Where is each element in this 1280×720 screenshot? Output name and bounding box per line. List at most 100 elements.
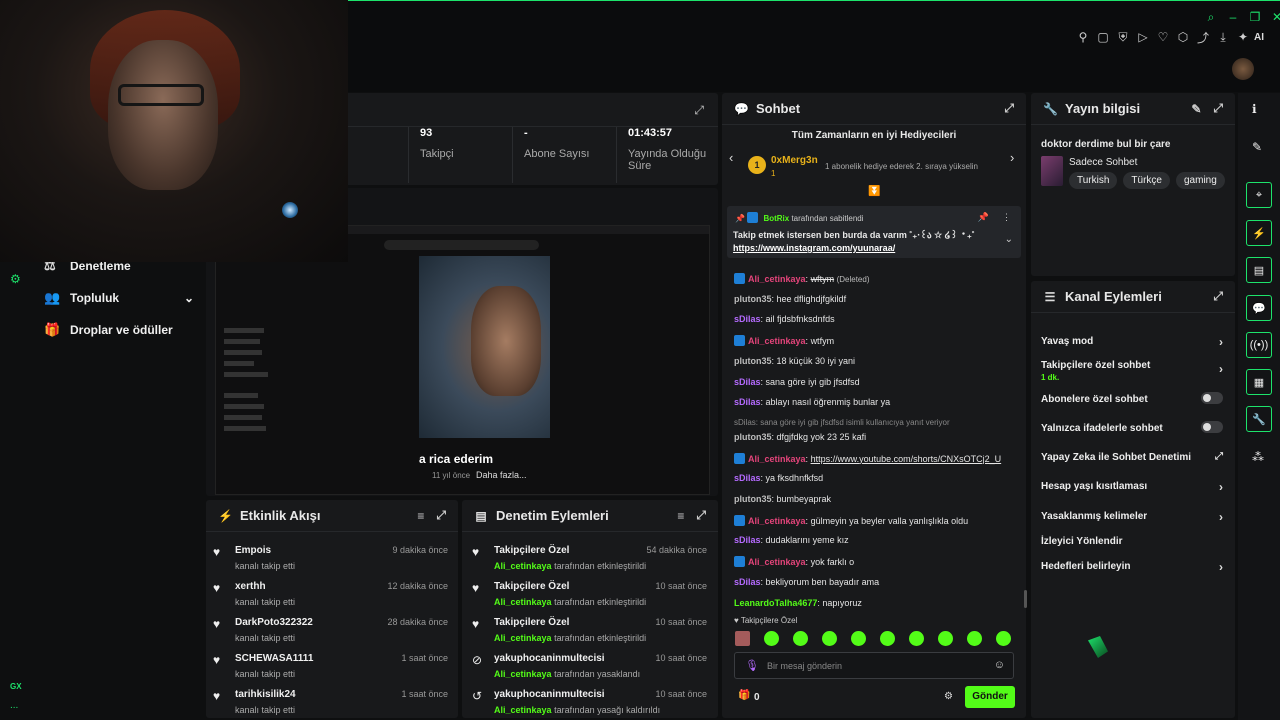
- unpin-icon[interactable]: 📌: [978, 212, 989, 223]
- heart-icon[interactable]: ♡: [1154, 28, 1172, 46]
- chat-message[interactable]: Ali_cetinkaya: wtfym: [734, 335, 834, 347]
- chat-username[interactable]: Ali_cetinkaya: [748, 274, 806, 284]
- rail-layout-button[interactable]: ▦: [1246, 369, 1272, 395]
- popout-icon[interactable]: ⤢: [1213, 101, 1223, 116]
- chat-username[interactable]: Ali_cetinkaya: [748, 336, 806, 346]
- collapse-icon[interactable]: ⏬: [868, 186, 880, 197]
- tag[interactable]: Turkish: [1069, 172, 1118, 189]
- more-icon[interactable]: ⋮: [1002, 212, 1011, 223]
- minimize-icon[interactable]: –: [1224, 8, 1242, 26]
- toggle-switch[interactable]: [1201, 421, 1223, 433]
- mic-icon[interactable]: 🎙: [745, 659, 759, 672]
- tag[interactable]: Türkçe: [1123, 172, 1170, 189]
- chat-message[interactable]: Ali_cetinkaya: https://www.youtube.com/s…: [734, 452, 1002, 464]
- chat-username[interactable]: pluton35: [734, 494, 772, 504]
- edit-icon[interactable]: ✎: [1252, 140, 1262, 154]
- emote-icon[interactable]: [909, 631, 924, 646]
- channel-action-item[interactable]: Yavaş mod ›: [1041, 335, 1223, 349]
- chat-reply-context[interactable]: sDilas: sana göre iyi gib jfsdfsd isimli…: [734, 418, 950, 427]
- channel-action-item[interactable]: Yalnızca ifadelerle sohbet: [1041, 421, 1223, 434]
- toggle-switch[interactable]: [1201, 392, 1223, 404]
- wand-icon[interactable]: ✦: [1234, 28, 1252, 46]
- rail-notes-button[interactable]: ▤: [1246, 257, 1272, 283]
- chevron-right-icon[interactable]: ›: [1219, 510, 1223, 524]
- chat-username[interactable]: LeanardoTalha4677: [734, 598, 817, 608]
- mod-action-by[interactable]: Ali_cetinkaya: [494, 669, 552, 679]
- chat-message[interactable]: pluton35: bumbeyaprak: [734, 494, 831, 504]
- search-icon[interactable]: ⌕: [1202, 8, 1220, 26]
- send-button[interactable]: Gönder: [965, 686, 1015, 708]
- mod-action-by[interactable]: Ali_cetinkaya: [494, 597, 552, 607]
- more-icon[interactable]: ...: [10, 700, 18, 711]
- video-more[interactable]: Daha fazla...: [476, 470, 527, 480]
- chat-username[interactable]: sDilas: [734, 577, 761, 587]
- nav-item-droplar[interactable]: 🎁 Droplar ve ödüller: [44, 314, 194, 346]
- chat-username[interactable]: Ali_cetinkaya: [748, 516, 806, 526]
- chat-text[interactable]: https://www.youtube.com/shorts/CNXsOTCj2…: [811, 454, 1002, 464]
- rail-broadcast-button[interactable]: ((•)): [1246, 332, 1272, 358]
- ai-label[interactable]: AI: [1254, 32, 1264, 43]
- chevron-down-icon[interactable]: ⌄: [184, 291, 194, 305]
- channel-action-item[interactable]: Yasaklanmış kelimeler ›: [1041, 510, 1223, 524]
- popout-icon[interactable]: ⤢: [436, 508, 446, 523]
- activity-feed-item[interactable]: ♥ Empois kanalı takip etti 9 dakika önce: [213, 545, 448, 571]
- mod-action-item[interactable]: ♥ Takipçilere Özel Ali_cetinkaya tarafında…: [472, 581, 707, 607]
- settings-icon[interactable]: ⚙: [10, 272, 21, 286]
- chat-message[interactable]: sDilas: ail fjdsbfnksdnfds: [734, 314, 835, 324]
- activity-feed-item[interactable]: ♥ DarkPoto322322 kanalı takip etti 28 dakik…: [213, 617, 448, 643]
- pin-icon[interactable]: ⚲: [1074, 28, 1092, 46]
- channel-action-item[interactable]: Hesap yaşı kısıtlaması ›: [1041, 480, 1223, 494]
- download-icon[interactable]: ⤓: [1214, 28, 1232, 46]
- channel-action-item[interactable]: İzleyici Yönlendir: [1041, 536, 1223, 547]
- chat-message[interactable]: sDilas: bekliyorum ben bayadır ama: [734, 577, 879, 587]
- chat-username[interactable]: sDilas: [734, 473, 761, 483]
- chat-username[interactable]: pluton35: [734, 294, 772, 304]
- rail-camera-button[interactable]: ⌖: [1246, 182, 1272, 208]
- video-thumbnail[interactable]: [419, 256, 550, 438]
- filter-icon[interactable]: ≡: [417, 509, 424, 523]
- chevron-down-icon[interactable]: ⌄: [1005, 234, 1013, 245]
- chat-username[interactable]: sDilas: [734, 397, 761, 407]
- external-link-icon[interactable]: ⤢: [1215, 451, 1223, 462]
- more-icon[interactable]: ⋮: [1272, 28, 1280, 46]
- emote-icon[interactable]: [822, 631, 837, 646]
- chevron-right-icon[interactable]: ›: [1219, 560, 1223, 574]
- emote-icon[interactable]: [967, 631, 982, 646]
- play-icon[interactable]: ▷: [1134, 28, 1152, 46]
- share-icon[interactable]: ⤴: [1194, 28, 1212, 46]
- restore-icon[interactable]: ❐: [1246, 8, 1264, 26]
- popout-icon[interactable]: ⤢: [1213, 289, 1223, 304]
- chevron-right-icon[interactable]: ›: [1219, 335, 1223, 349]
- mod-action-item[interactable]: ♥ Takipçilere Özel Ali_cetinkaya tarafında…: [472, 617, 707, 643]
- tag[interactable]: gaming: [1175, 172, 1225, 189]
- mod-action-item[interactable]: ⊘ yakuphocaninmultecisi Ali_cetinkaya tara…: [472, 653, 707, 679]
- chat-message[interactable]: sDilas: dudaklarını yeme kız: [734, 535, 849, 545]
- close-icon[interactable]: ✕: [1268, 8, 1280, 26]
- category-thumbnail[interactable]: [1041, 156, 1063, 186]
- add-widget-icon[interactable]: ⁂: [1252, 450, 1264, 464]
- info-icon[interactable]: ℹ: [1252, 102, 1257, 116]
- category-name[interactable]: Sadece Sohbet: [1069, 157, 1137, 168]
- nav-item-topluluk[interactable]: 👥 Topluluk ⌄: [44, 282, 194, 314]
- emoji-icon[interactable]: ☺: [994, 659, 1005, 671]
- chat-message[interactable]: Ali_cetinkaya: wftym (Deleted): [734, 273, 869, 284]
- chevron-right-icon[interactable]: ›: [1219, 480, 1223, 494]
- chat-username[interactable]: Ali_cetinkaya: [748, 557, 806, 567]
- chat-message[interactable]: pluton35: hee dflighdjfgkildf: [734, 294, 846, 304]
- chat-message[interactable]: sDilas: ablayı nasıl öğrenmiş bunlar ya: [734, 397, 890, 407]
- popout-icon[interactable]: ⤢: [696, 508, 706, 523]
- pinned-link[interactable]: https://www.instagram.com/yuunaraa/: [733, 243, 895, 253]
- filter-icon[interactable]: ≡: [677, 509, 684, 523]
- gifter-name[interactable]: 0xMerg3n: [771, 155, 818, 166]
- chevron-right-icon[interactable]: ›: [1010, 150, 1014, 165]
- points-icon[interactable]: 🎁: [738, 690, 750, 701]
- gx-label[interactable]: GX: [10, 682, 22, 691]
- chat-username[interactable]: sDilas: [734, 535, 761, 545]
- chevron-right-icon[interactable]: ›: [1219, 362, 1223, 376]
- chat-username[interactable]: pluton35: [734, 432, 772, 442]
- chat-username[interactable]: pluton35: [734, 356, 772, 366]
- emote-icon[interactable]: [851, 631, 866, 646]
- chat-message[interactable]: sDilas: ya fksdhnfkfsd: [734, 473, 823, 483]
- chat-username[interactable]: sDilas: [734, 314, 761, 324]
- rail-chat-button[interactable]: 💬: [1246, 295, 1272, 321]
